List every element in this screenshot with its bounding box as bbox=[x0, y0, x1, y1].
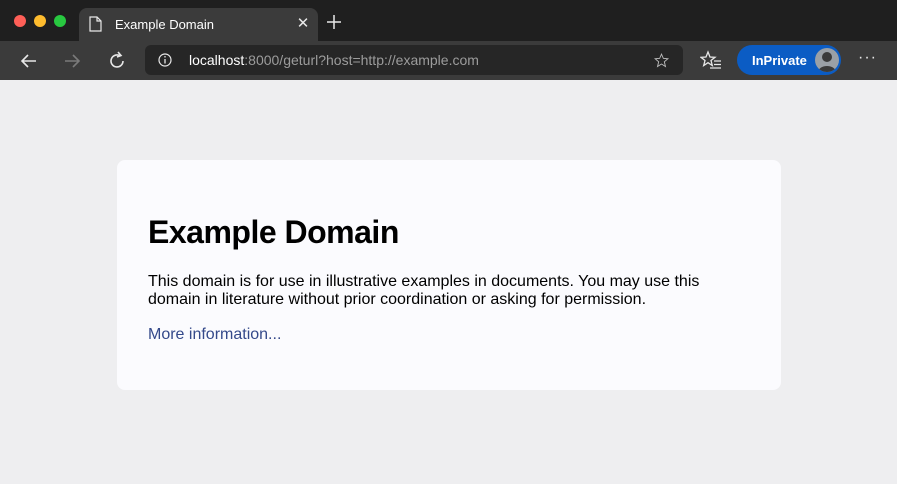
tab-title: Example Domain bbox=[115, 17, 214, 32]
close-window-button[interactable] bbox=[14, 15, 26, 27]
more-information-link[interactable]: More information... bbox=[148, 326, 281, 344]
page-paragraph: This domain is for use in illustrative e… bbox=[148, 273, 700, 308]
avatar bbox=[815, 48, 839, 72]
inprivate-label: InPrivate bbox=[752, 53, 807, 68]
address-bar[interactable]: localhost:8000/geturl?host=http://exampl… bbox=[145, 45, 683, 75]
more-icon[interactable]: ··· bbox=[858, 49, 878, 69]
forward-arrow-icon[interactable] bbox=[60, 49, 84, 73]
back-arrow-icon[interactable] bbox=[17, 49, 41, 73]
tab-example-domain[interactable]: Example Domain ✕ bbox=[79, 8, 318, 41]
content-card: Example Domain This domain is for use in… bbox=[117, 160, 781, 390]
page-title: Example Domain bbox=[148, 214, 399, 250]
url-host: localhost bbox=[189, 52, 245, 68]
tab-bar: Example Domain ✕ bbox=[0, 0, 897, 41]
inprivate-button[interactable]: InPrivate bbox=[737, 45, 841, 75]
avatar-icon bbox=[818, 52, 836, 72]
page-viewport: Example Domain This domain is for use in… bbox=[0, 80, 897, 484]
favorites-icon[interactable] bbox=[700, 50, 722, 70]
zoom-window-button[interactable] bbox=[54, 15, 66, 27]
page-icon bbox=[89, 16, 102, 32]
refresh-icon[interactable] bbox=[105, 49, 129, 73]
url-text[interactable]: localhost:8000/geturl?host=http://exampl… bbox=[189, 52, 479, 68]
browser-toolbar: localhost:8000/geturl?host=http://exampl… bbox=[0, 41, 897, 80]
url-path: :8000/geturl?host=http://example.com bbox=[244, 52, 479, 68]
info-icon[interactable] bbox=[158, 53, 172, 67]
plus-icon[interactable] bbox=[325, 13, 343, 31]
close-icon[interactable]: ✕ bbox=[295, 16, 311, 32]
minimize-window-button[interactable] bbox=[34, 15, 46, 27]
star-icon[interactable] bbox=[653, 52, 670, 69]
